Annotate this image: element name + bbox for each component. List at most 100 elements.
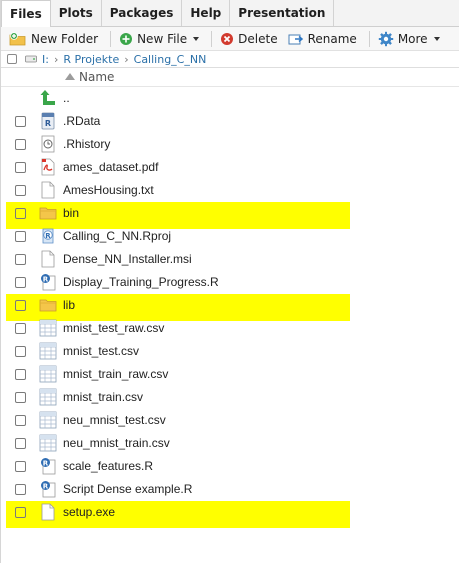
file-row[interactable]: ..	[1, 87, 459, 110]
file-checkbox[interactable]	[15, 208, 26, 219]
history-icon	[39, 135, 57, 153]
file-name-link[interactable]: setup.exe	[63, 505, 115, 519]
file-row[interactable]: Rscale_features.R	[1, 455, 459, 478]
file-name-link[interactable]: AmesHousing.txt	[63, 183, 154, 197]
file-checkbox[interactable]	[15, 484, 26, 495]
tab-files[interactable]: Files	[1, 0, 51, 27]
file-checkbox[interactable]	[15, 116, 26, 127]
select-all-checkbox[interactable]	[7, 54, 17, 64]
file-name-link[interactable]: mnist_train.csv	[63, 390, 143, 404]
column-header: Name	[1, 68, 459, 87]
tab-plots[interactable]: Plots	[50, 0, 102, 26]
file-name-link[interactable]: ames_dataset.pdf	[63, 160, 158, 174]
file-checkbox[interactable]	[15, 369, 26, 380]
svg-text:R: R	[43, 459, 49, 467]
file-checkbox[interactable]	[15, 300, 26, 311]
file-row[interactable]: R Calling_C_NN.Rproj	[1, 225, 459, 248]
file-checkbox[interactable]	[15, 507, 26, 518]
rdata-icon: R	[39, 112, 57, 130]
tab-packages[interactable]: Packages	[101, 0, 183, 26]
file-name-link[interactable]: neu_mnist_train.csv	[63, 436, 170, 450]
svg-text:R: R	[43, 275, 49, 283]
file-checkbox[interactable]	[15, 438, 26, 449]
column-header-name[interactable]: Name	[79, 70, 114, 84]
file-name-link[interactable]: scale_features.R	[63, 459, 153, 473]
file-row[interactable]: R Script Dense example.R	[1, 478, 459, 501]
breadcrumb-separator: ›	[53, 52, 59, 66]
tab-help[interactable]: Help	[182, 0, 231, 26]
file-row[interactable]: ames_dataset.pdf	[1, 156, 459, 179]
file-checkbox[interactable]	[15, 254, 26, 265]
file-row[interactable]: lib	[1, 294, 459, 321]
more-button[interactable]: More	[378, 29, 444, 49]
file-checkbox[interactable]	[15, 139, 26, 150]
file-row[interactable]: AmesHousing.txt	[1, 179, 459, 202]
file-row[interactable]: neu_mnist_train.csv	[1, 432, 459, 455]
file-row[interactable]: bin	[1, 202, 459, 229]
rename-icon	[288, 34, 303, 44]
drive-icon	[25, 54, 37, 64]
file-checkbox[interactable]	[15, 185, 26, 196]
file-icon	[39, 503, 57, 521]
pane-tabs: Files Plots Packages Help Presentation	[1, 0, 459, 27]
text-file-icon	[39, 181, 57, 199]
sort-ascending-icon[interactable]	[65, 73, 75, 80]
file-name-link[interactable]: Script Dense example.R	[63, 482, 192, 496]
file-name-link[interactable]: bin	[63, 206, 79, 220]
file-row[interactable]: mnist_train.csv	[1, 386, 459, 409]
new-folder-label: New Folder	[31, 31, 99, 46]
toolbar-divider	[211, 30, 213, 47]
csv-icon	[39, 319, 57, 337]
folder-icon	[39, 204, 57, 222]
file-name-link[interactable]: mnist_test.csv	[63, 344, 139, 358]
file-checkbox[interactable]	[15, 346, 26, 357]
r-script-icon: R	[39, 273, 57, 291]
file-row[interactable]: neu_mnist_test.csv	[1, 409, 459, 432]
breadcrumb-separator: ›	[124, 52, 129, 66]
file-checkbox[interactable]	[15, 162, 26, 173]
file-checkbox[interactable]	[15, 277, 26, 288]
file-name-link[interactable]: .RData	[63, 114, 100, 128]
csv-icon	[39, 342, 57, 360]
file-name-link[interactable]: ..	[63, 91, 70, 105]
file-name-link[interactable]: Dense_NN_Installer.msi	[63, 252, 192, 266]
file-row[interactable]: .Rhistory	[1, 133, 459, 156]
gear-icon	[378, 31, 394, 46]
delete-icon	[221, 32, 234, 45]
file-row[interactable]: R Display_Training_Progress.R	[1, 271, 459, 294]
file-name-link[interactable]: mnist_test_raw.csv	[63, 321, 164, 335]
chevron-down-icon	[193, 36, 200, 41]
file-name-link[interactable]: .Rhistory	[63, 137, 110, 151]
file-name-link[interactable]: mnist_train_raw.csv	[63, 367, 168, 381]
file-name-link[interactable]: lib	[63, 298, 75, 312]
file-row[interactable]: mnist_train_raw.csv	[1, 363, 459, 386]
svg-text:R: R	[45, 232, 51, 240]
file-row[interactable]: mnist_test.csv	[1, 340, 459, 363]
file-name-link[interactable]: neu_mnist_test.csv	[63, 413, 166, 427]
toolbar-divider	[110, 30, 112, 47]
breadcrumb-item-r-projekte[interactable]: R Projekte	[63, 53, 119, 66]
file-name-link[interactable]: Calling_C_NN.Rproj	[63, 229, 171, 243]
pdf-icon	[39, 158, 57, 176]
new-folder-button[interactable]: New Folder	[9, 29, 102, 49]
rename-button[interactable]: Rename	[288, 29, 361, 49]
file-row[interactable]: R .RData	[1, 110, 459, 133]
toolbar-divider	[368, 30, 370, 47]
breadcrumb: I: › R Projekte › Calling_C_NN	[1, 51, 459, 68]
delete-button[interactable]: Delete	[220, 29, 281, 49]
file-checkbox[interactable]	[15, 231, 26, 242]
file-name-link[interactable]: Display_Training_Progress.R	[63, 275, 219, 289]
new-file-button[interactable]: New File	[119, 29, 203, 49]
file-row[interactable]: setup.exe	[1, 501, 459, 528]
rproj-icon: R	[39, 227, 57, 245]
file-checkbox[interactable]	[15, 323, 26, 334]
file-checkbox[interactable]	[15, 415, 26, 426]
breadcrumb-item-calling-c-nn[interactable]: Calling_C_NN	[134, 53, 207, 66]
file-checkbox[interactable]	[15, 461, 26, 472]
tab-presentation[interactable]: Presentation	[230, 0, 335, 26]
breadcrumb-root[interactable]: I:	[42, 53, 49, 66]
svg-text:R: R	[45, 119, 51, 128]
file-checkbox[interactable]	[15, 392, 26, 403]
file-row[interactable]: Dense_NN_Installer.msi	[1, 248, 459, 271]
file-row[interactable]: mnist_test_raw.csv	[1, 317, 459, 340]
